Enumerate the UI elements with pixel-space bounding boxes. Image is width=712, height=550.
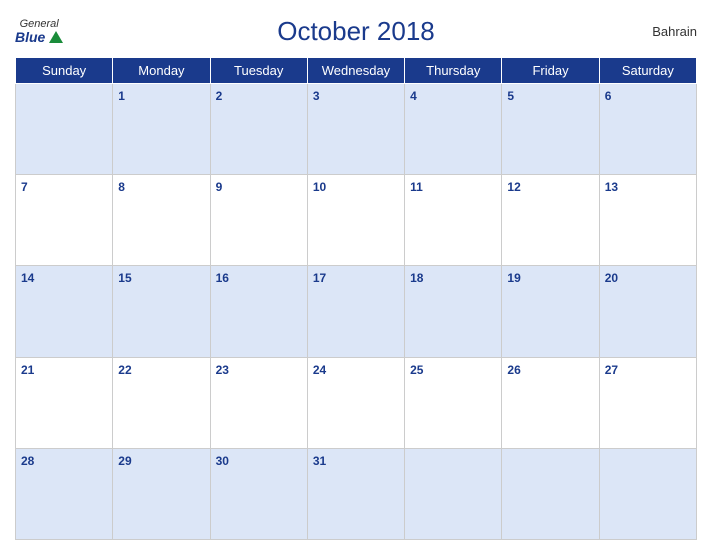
day-number: 28 [21, 454, 34, 468]
calendar-day-cell: 28 [16, 448, 113, 539]
calendar-day-cell: 6 [599, 84, 696, 175]
calendar-day-cell: 20 [599, 266, 696, 357]
calendar-week-row: 1 2 3 4 5 6 [16, 84, 697, 175]
day-number: 31 [313, 454, 326, 468]
day-header-thursday: Thursday [405, 58, 502, 84]
calendar-day-cell: 26 [502, 357, 599, 448]
calendar-day-cell: 4 [405, 84, 502, 175]
calendar-day-cell: 29 [113, 448, 210, 539]
calendar-day-cell: 22 [113, 357, 210, 448]
day-number: 22 [118, 363, 131, 377]
calendar-day-cell: 18 [405, 266, 502, 357]
day-number: 17 [313, 271, 326, 285]
calendar-table: SundayMondayTuesdayWednesdayThursdayFrid… [15, 57, 697, 540]
day-number: 24 [313, 363, 326, 377]
calendar-header: General Blue October 2018 Bahrain [15, 10, 697, 51]
calendar-day-cell: 2 [210, 84, 307, 175]
calendar-day-cell: 8 [113, 175, 210, 266]
calendar-day-cell: 10 [307, 175, 404, 266]
day-number: 7 [21, 180, 28, 194]
day-number: 20 [605, 271, 618, 285]
calendar-week-row: 28 29 30 31 [16, 448, 697, 539]
country-label: Bahrain [652, 24, 697, 39]
logo: General Blue [15, 19, 63, 44]
day-number: 25 [410, 363, 423, 377]
calendar-day-cell: 25 [405, 357, 502, 448]
calendar-day-cell: 21 [16, 357, 113, 448]
day-number: 18 [410, 271, 423, 285]
day-number: 2 [216, 89, 223, 103]
day-header-saturday: Saturday [599, 58, 696, 84]
calendar-day-cell: 1 [113, 84, 210, 175]
day-number: 16 [216, 271, 229, 285]
calendar-day-cell: 3 [307, 84, 404, 175]
logo-triangle-icon [49, 31, 63, 43]
day-number: 8 [118, 180, 125, 194]
day-number: 29 [118, 454, 131, 468]
day-header-wednesday: Wednesday [307, 58, 404, 84]
day-number: 19 [507, 271, 520, 285]
day-number: 9 [216, 180, 223, 194]
day-number: 13 [605, 180, 618, 194]
day-number: 3 [313, 89, 320, 103]
calendar-day-cell [16, 84, 113, 175]
calendar-day-cell: 9 [210, 175, 307, 266]
day-header-sunday: Sunday [16, 58, 113, 84]
day-number: 11 [410, 180, 423, 194]
calendar-day-cell: 31 [307, 448, 404, 539]
calendar-day-cell: 13 [599, 175, 696, 266]
day-number: 23 [216, 363, 229, 377]
logo-blue-text: Blue [15, 30, 45, 44]
calendar-week-row: 7 8 9 10 11 12 13 [16, 175, 697, 266]
calendar-day-cell: 12 [502, 175, 599, 266]
calendar-header-row: SundayMondayTuesdayWednesdayThursdayFrid… [16, 58, 697, 84]
day-number: 15 [118, 271, 131, 285]
day-number: 30 [216, 454, 229, 468]
calendar-day-cell: 19 [502, 266, 599, 357]
day-number: 1 [118, 89, 125, 103]
calendar-day-cell: 15 [113, 266, 210, 357]
day-number: 26 [507, 363, 520, 377]
calendar-day-cell: 17 [307, 266, 404, 357]
calendar-day-cell: 14 [16, 266, 113, 357]
day-number: 14 [21, 271, 34, 285]
logo-icon: Blue [15, 30, 63, 44]
day-header-monday: Monday [113, 58, 210, 84]
day-header-tuesday: Tuesday [210, 58, 307, 84]
day-number: 4 [410, 89, 417, 103]
calendar-day-cell: 27 [599, 357, 696, 448]
calendar-day-cell: 23 [210, 357, 307, 448]
calendar-week-row: 21 22 23 24 25 26 27 [16, 357, 697, 448]
calendar-week-row: 14 15 16 17 18 19 20 [16, 266, 697, 357]
day-number: 6 [605, 89, 612, 103]
calendar-day-cell: 30 [210, 448, 307, 539]
day-header-friday: Friday [502, 58, 599, 84]
calendar-day-cell [599, 448, 696, 539]
day-number: 12 [507, 180, 520, 194]
calendar-day-cell [502, 448, 599, 539]
calendar-day-cell: 5 [502, 84, 599, 175]
day-number: 21 [21, 363, 34, 377]
calendar-day-cell: 24 [307, 357, 404, 448]
day-number: 5 [507, 89, 514, 103]
day-number: 10 [313, 180, 326, 194]
page-title: October 2018 [277, 16, 435, 47]
day-number: 27 [605, 363, 618, 377]
calendar-day-cell: 11 [405, 175, 502, 266]
calendar-day-cell: 7 [16, 175, 113, 266]
calendar-day-cell [405, 448, 502, 539]
calendar-day-cell: 16 [210, 266, 307, 357]
